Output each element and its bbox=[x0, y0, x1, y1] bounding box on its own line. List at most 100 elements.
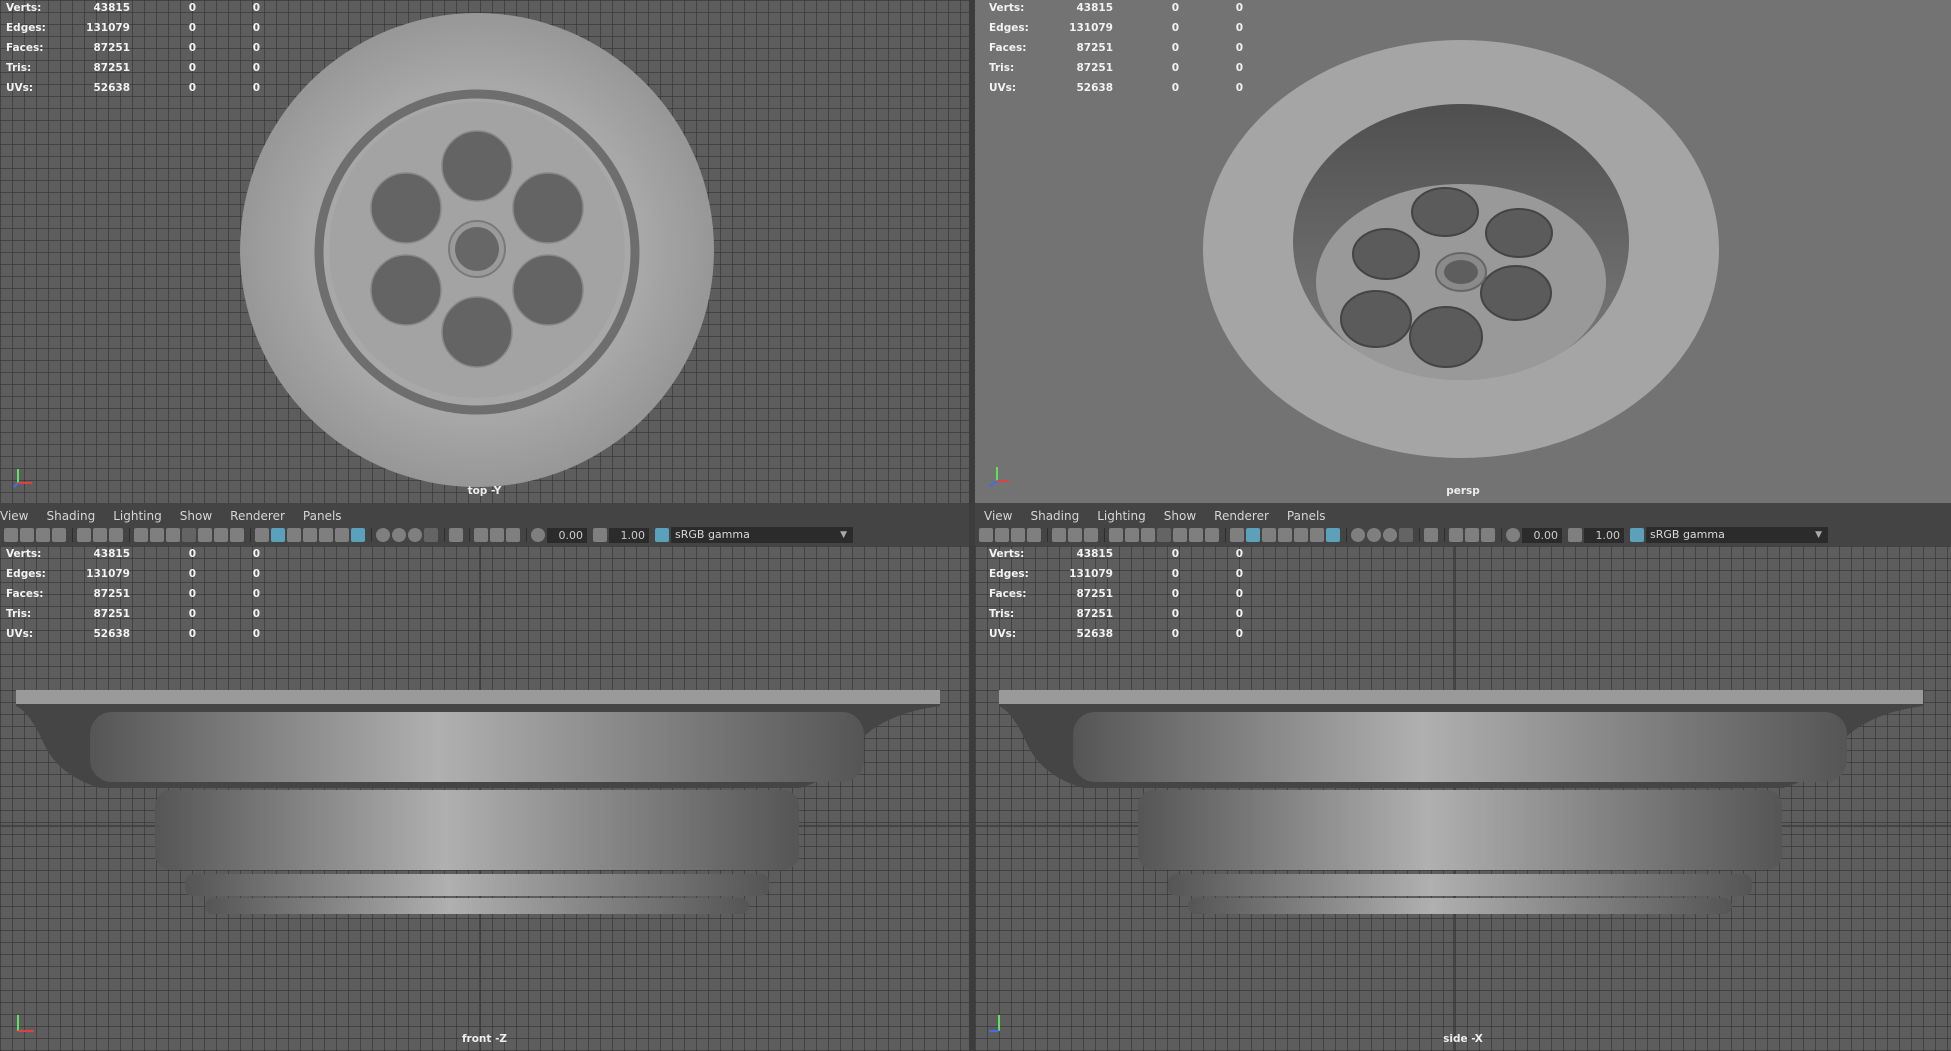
safe-action-icon[interactable] bbox=[1189, 528, 1203, 542]
safe-title-icon[interactable] bbox=[230, 528, 244, 542]
isolate-select-icon[interactable] bbox=[1424, 528, 1438, 542]
menu-view[interactable]: View bbox=[975, 508, 1021, 524]
viewport-top[interactable]: Verts: 43815 0 0 Edges: 131079 0 0 Faces: 87251… bbox=[0, 0, 969, 503]
default-material-icon[interactable] bbox=[287, 528, 301, 542]
screen-space-ao-icon[interactable] bbox=[376, 528, 390, 542]
depth-of-field-icon[interactable] bbox=[424, 528, 438, 542]
multisample-aa-icon[interactable] bbox=[408, 528, 422, 542]
image-plane-icon[interactable] bbox=[52, 528, 66, 542]
isolate-select-icon[interactable] bbox=[449, 528, 463, 542]
menu-renderer[interactable]: Renderer bbox=[221, 508, 294, 524]
textured-icon[interactable] bbox=[319, 528, 333, 542]
menu-lighting[interactable]: Lighting bbox=[104, 508, 171, 524]
grease-pencil-icon[interactable] bbox=[1068, 528, 1082, 542]
menu-view[interactable]: View bbox=[0, 508, 37, 524]
toolbar-divider bbox=[1419, 528, 1420, 542]
use-lights-icon[interactable] bbox=[335, 528, 349, 542]
xray-joints-icon[interactable] bbox=[1481, 528, 1495, 542]
toolbar-divider bbox=[1047, 528, 1048, 542]
gamma-icon[interactable] bbox=[1568, 528, 1582, 542]
toolbar-divider bbox=[250, 528, 251, 542]
wireframe-icon[interactable] bbox=[1230, 528, 1244, 542]
gamma-field[interactable]: 1.00 bbox=[1584, 527, 1624, 543]
viewport-splitter[interactable] bbox=[969, 0, 975, 1051]
menu-renderer[interactable]: Renderer bbox=[1205, 508, 1278, 524]
exposure-icon[interactable] bbox=[531, 528, 545, 542]
use-lights-icon[interactable] bbox=[1310, 528, 1324, 542]
smooth-shade-icon[interactable] bbox=[271, 528, 285, 542]
camera-select-icon[interactable] bbox=[4, 528, 18, 542]
menu-panels[interactable]: Panels bbox=[294, 508, 351, 524]
camera-select-icon[interactable] bbox=[979, 528, 993, 542]
pencil-icon[interactable] bbox=[109, 528, 123, 542]
bookmark-icon[interactable] bbox=[1011, 528, 1025, 542]
depth-of-field-icon[interactable] bbox=[1399, 528, 1413, 542]
exposure-field[interactable]: 0.00 bbox=[1522, 527, 1562, 543]
camera-attributes-icon[interactable] bbox=[20, 528, 34, 542]
color-management-icon[interactable] bbox=[1630, 528, 1644, 542]
resolution-gate-icon[interactable] bbox=[1141, 528, 1155, 542]
field-chart-icon[interactable] bbox=[1173, 528, 1187, 542]
safe-action-icon[interactable] bbox=[214, 528, 228, 542]
2d-pan-zoom-icon[interactable] bbox=[77, 528, 91, 542]
wireframe-on-shaded-icon[interactable] bbox=[303, 528, 317, 542]
field-chart-icon[interactable] bbox=[198, 528, 212, 542]
image-plane-icon[interactable] bbox=[1027, 528, 1041, 542]
xray-icon[interactable] bbox=[1449, 528, 1463, 542]
menu-show[interactable]: Show bbox=[171, 508, 221, 524]
pencil-icon[interactable] bbox=[1084, 528, 1098, 542]
2d-pan-zoom-icon[interactable] bbox=[1052, 528, 1066, 542]
smooth-shade-icon[interactable] bbox=[1246, 528, 1260, 542]
grease-pencil-icon[interactable] bbox=[93, 528, 107, 542]
grid-icon[interactable] bbox=[134, 528, 148, 542]
exposure-icon[interactable] bbox=[1506, 528, 1520, 542]
bookmark-icon[interactable] bbox=[36, 528, 50, 542]
drain-model-top[interactable] bbox=[0, 0, 969, 503]
xray-icon[interactable] bbox=[474, 528, 488, 542]
menu-panels[interactable]: Panels bbox=[1278, 508, 1335, 524]
grid-icon[interactable] bbox=[1109, 528, 1123, 542]
shadows-icon[interactable] bbox=[1326, 528, 1340, 542]
menu-shading[interactable]: Shading bbox=[37, 508, 104, 524]
drain-model-front[interactable] bbox=[0, 546, 969, 1051]
screen-space-ao-icon[interactable] bbox=[1351, 528, 1365, 542]
film-gate-icon[interactable] bbox=[1125, 528, 1139, 542]
safe-title-icon[interactable] bbox=[1205, 528, 1219, 542]
gate-mask-icon[interactable] bbox=[182, 528, 196, 542]
resolution-gate-icon[interactable] bbox=[166, 528, 180, 542]
gate-mask-icon[interactable] bbox=[1157, 528, 1171, 542]
toolbar-divider bbox=[129, 528, 130, 542]
gamma-icon[interactable] bbox=[593, 528, 607, 542]
menu-shading[interactable]: Shading bbox=[1021, 508, 1088, 524]
toolbar-divider bbox=[1104, 528, 1105, 542]
xray-active-components-icon[interactable] bbox=[490, 528, 504, 542]
view-transform-dropdown[interactable]: sRGB gamma bbox=[1646, 527, 1828, 543]
wireframe-on-shaded-icon[interactable] bbox=[1278, 528, 1292, 542]
viewport-front[interactable]: Verts: 43815 0 0 Edges: 131079 0 0 Faces: 87251… bbox=[0, 546, 969, 1051]
viewport-side[interactable]: Verts: 43815 0 0 Edges: 131079 0 0 Faces: 87251… bbox=[975, 546, 1951, 1051]
exposure-field[interactable]: 0.00 bbox=[547, 527, 587, 543]
textured-icon[interactable] bbox=[1294, 528, 1308, 542]
panel-menu-bar: View Shading Lighting Show Renderer Pane… bbox=[0, 508, 351, 524]
menu-lighting[interactable]: Lighting bbox=[1088, 508, 1155, 524]
film-gate-icon[interactable] bbox=[150, 528, 164, 542]
xray-joints-icon[interactable] bbox=[506, 528, 520, 542]
shadows-icon[interactable] bbox=[351, 528, 365, 542]
viewport-persp[interactable]: Verts: 43815 0 0 Edges: 131079 0 0 Faces: 87251… bbox=[975, 0, 1951, 503]
menu-show[interactable]: Show bbox=[1155, 508, 1205, 524]
wireframe-icon[interactable] bbox=[255, 528, 269, 542]
xray-active-components-icon[interactable] bbox=[1465, 528, 1479, 542]
gamma-field[interactable]: 1.00 bbox=[609, 527, 649, 543]
camera-label: front -Z bbox=[461, 1033, 508, 1045]
camera-attributes-icon[interactable] bbox=[995, 528, 1009, 542]
view-transform-dropdown[interactable]: sRGB gamma bbox=[671, 527, 853, 543]
motion-blur-icon[interactable] bbox=[1367, 528, 1381, 542]
toolbar-divider bbox=[1346, 528, 1347, 542]
motion-blur-icon[interactable] bbox=[392, 528, 406, 542]
multisample-aa-icon[interactable] bbox=[1383, 528, 1397, 542]
drain-model-persp[interactable] bbox=[975, 0, 1951, 503]
color-management-icon[interactable] bbox=[655, 528, 669, 542]
default-material-icon[interactable] bbox=[1262, 528, 1276, 542]
drain-model-side[interactable] bbox=[975, 546, 1951, 1051]
toolbar-divider bbox=[72, 528, 73, 542]
